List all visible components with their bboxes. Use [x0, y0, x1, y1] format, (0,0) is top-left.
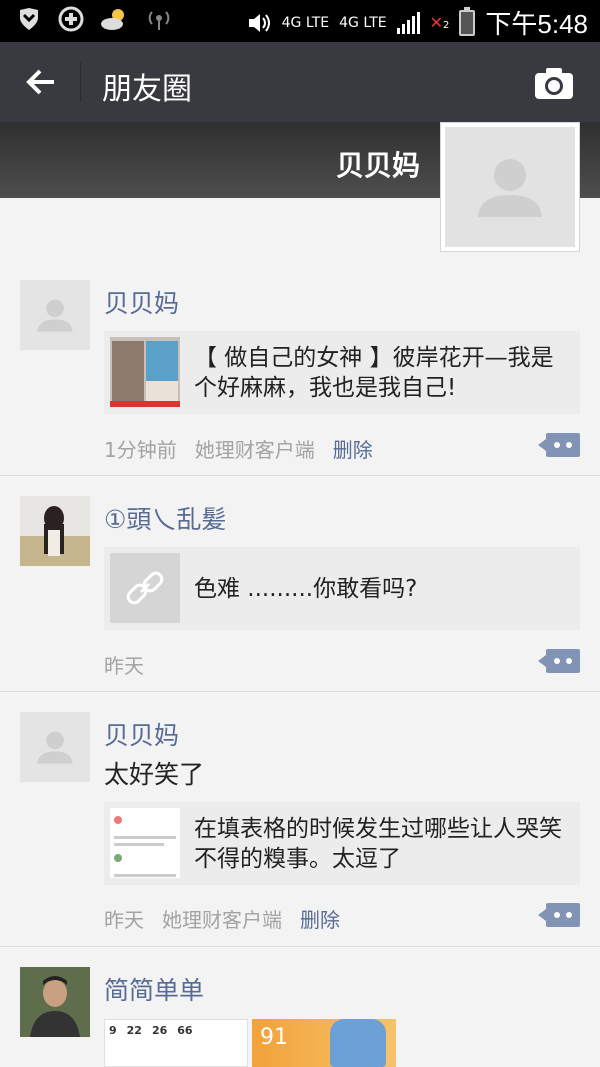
- post-time: 昨天: [104, 908, 144, 932]
- post-images: 9 22 26 66 91: [104, 1019, 396, 1067]
- post-username[interactable]: ①頭乀乱髪: [104, 500, 226, 536]
- avatar[interactable]: [20, 280, 90, 350]
- avatar[interactable]: [20, 496, 90, 566]
- shoe-graphic: [330, 1019, 386, 1067]
- link-thumbnail: [110, 337, 180, 407]
- back-arrow-icon[interactable]: [24, 64, 60, 100]
- title-bar: 朋友圈: [0, 42, 600, 122]
- network-type-2: 4G LTE: [339, 14, 387, 31]
- status-time: 下午5:48: [485, 9, 588, 39]
- add-circle-icon: [58, 6, 84, 32]
- shared-link[interactable]: 【 做自己的女神 】彼岸花开—我是个好麻麻，我也是我自己!: [104, 331, 580, 414]
- post-username[interactable]: 贝贝妈: [104, 284, 179, 320]
- weather-icon: [101, 9, 124, 30]
- user-photo: [20, 967, 90, 1037]
- post-username[interactable]: 简简单单: [104, 971, 204, 1007]
- status-bar: 4G LTE 4G LTE ✕2 下午5:48: [0, 0, 600, 42]
- post-meta: 1分钟前 她理财客户端 删除: [104, 434, 373, 463]
- moment-post: 贝贝妈 【 做自己的女神 】彼岸花开—我是个好麻麻，我也是我自己! 1分钟前 她…: [0, 280, 600, 476]
- user-photo: [20, 496, 90, 566]
- comment-button[interactable]: [538, 903, 580, 927]
- post-time: 昨天: [104, 654, 144, 678]
- post-image[interactable]: 91: [252, 1019, 396, 1067]
- comment-button[interactable]: [538, 433, 580, 457]
- image-1-number: 22: [126, 1024, 142, 1037]
- post-source[interactable]: 她理财客户端: [195, 434, 315, 463]
- link-title: 在填表格的时候发生过哪些让人哭笑不得的糗事。太逗了: [194, 815, 562, 872]
- post-image[interactable]: 9 22 26 66: [104, 1019, 248, 1067]
- comment-button[interactable]: [538, 649, 580, 673]
- post-text: 太好笑了: [104, 760, 205, 789]
- owner-avatar[interactable]: [440, 122, 580, 252]
- post-meta: 昨天 她理财客户端 删除: [104, 904, 340, 933]
- image-1-number: 9: [109, 1024, 117, 1037]
- cover-owner-name: 贝贝妈: [335, 149, 420, 182]
- signal-icon: [396, 11, 420, 34]
- post-meta: 昨天: [104, 650, 144, 679]
- link-thumbnail: [110, 808, 180, 878]
- avatar[interactable]: [20, 712, 90, 782]
- moment-post: 简简单单 9 22 26 66 91: [0, 967, 600, 1067]
- image-1-number: 26: [151, 1024, 168, 1037]
- post-username[interactable]: 贝贝妈: [104, 716, 179, 752]
- battery-icon: [459, 6, 476, 36]
- camera-icon[interactable]: [534, 66, 574, 100]
- avatar[interactable]: [20, 967, 90, 1037]
- default-avatar-icon: [478, 159, 542, 217]
- default-avatar-icon: [37, 299, 73, 332]
- default-avatar-icon: [37, 731, 73, 764]
- shared-link[interactable]: 在填表格的时候发生过哪些让人哭笑不得的糗事。太逗了: [104, 802, 580, 885]
- volume-icon: [248, 13, 270, 32]
- link-title: 色难 .........你敢看吗?: [194, 575, 418, 602]
- moment-post: ①頭乀乱髪 色难 .........你敢看吗? 昨天: [0, 496, 600, 692]
- moment-post: 贝贝妈 太好笑了 在填表格的时候发生过哪些让人哭笑不得的糗事。太逗了 昨天 她理…: [0, 712, 600, 947]
- sim-2-indicator: ✕2: [429, 13, 450, 32]
- link-chain-icon: [126, 571, 164, 605]
- network-type-1: 4G LTE: [281, 14, 330, 31]
- shared-link[interactable]: 色难 .........你敢看吗?: [104, 547, 580, 630]
- image-2-number: 91: [260, 1025, 288, 1050]
- image-1-number: 66: [177, 1024, 193, 1037]
- delete-button[interactable]: 删除: [333, 434, 373, 463]
- post-source[interactable]: 她理财客户端: [162, 904, 282, 933]
- link-title: 【 做自己的女神 】彼岸花开—我是个好麻麻，我也是我自己!: [194, 344, 554, 401]
- delete-button[interactable]: 删除: [300, 904, 340, 933]
- link-thumbnail: [110, 553, 180, 623]
- page-title: 朋友圈: [102, 72, 192, 107]
- title-divider: [80, 62, 81, 102]
- shield-icon: [20, 8, 38, 30]
- post-time: 1分钟前: [104, 438, 177, 462]
- hotspot-icon: [148, 11, 170, 30]
